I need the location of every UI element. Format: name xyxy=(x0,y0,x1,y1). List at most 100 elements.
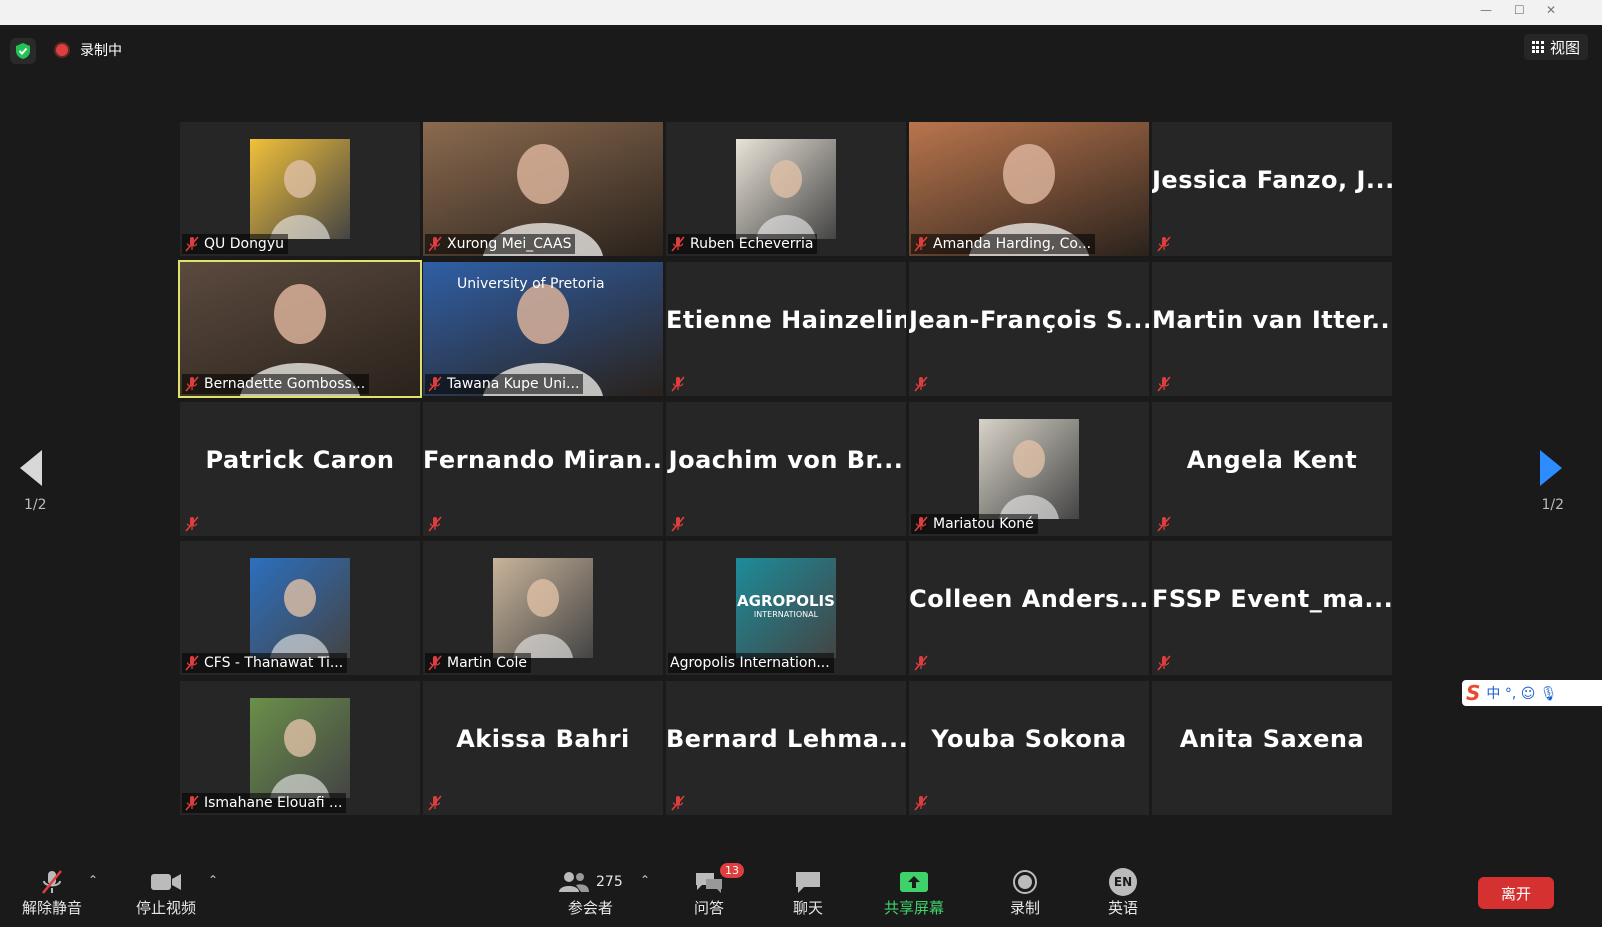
participant-name: CFS - Thanawat Ti... xyxy=(204,655,344,671)
recording-label: 录制中 xyxy=(80,43,122,59)
participant-tile[interactable]: Bernadette Gomboss... xyxy=(178,260,422,398)
participant-name-display: Etienne Hainzelin xyxy=(666,306,906,334)
participant-tile[interactable]: CFS - Thanawat Ti... xyxy=(180,541,420,675)
shield-icon[interactable] xyxy=(10,38,36,64)
participant-avatar xyxy=(250,698,350,798)
microphone-muted-icon xyxy=(184,655,200,671)
participant-name: Xurong Mei_CAAS xyxy=(447,236,572,252)
record-button[interactable]: 录制 xyxy=(1010,867,1040,918)
participants-count: 275 xyxy=(596,874,623,890)
close-button[interactable]: ✕ xyxy=(1546,3,1556,17)
participant-label: Mariatou Koné xyxy=(911,514,1038,534)
participant-label xyxy=(668,374,690,394)
microphone-muted-icon xyxy=(427,236,443,252)
participant-label: Ruben Echeverria xyxy=(668,234,818,254)
participants-icon xyxy=(559,872,589,892)
participant-name-display: Joachim von Br... xyxy=(668,446,904,474)
participant-tile[interactable]: Amanda Harding, Co... xyxy=(909,122,1149,256)
participant-tile[interactable]: Anita Saxena xyxy=(1152,681,1392,815)
previous-page-arrow-icon[interactable] xyxy=(20,450,42,486)
participant-tile[interactable]: AGROPOLIS INTERNATIONAL Agropolis Internat… xyxy=(666,541,906,675)
microphone-muted-icon xyxy=(427,376,443,392)
participant-tile[interactable]: Martin Cole xyxy=(423,541,663,675)
participant-name: Ruben Echeverria xyxy=(690,236,814,252)
ime-toolbar[interactable]: S 中 °, ☺ 🎙 xyxy=(1462,680,1602,706)
participant-name-display: Youba Sokona xyxy=(931,725,1127,753)
microphone-muted-icon xyxy=(1156,376,1172,392)
unmute-button[interactable]: 解除静音 xyxy=(22,867,82,918)
next-page-arrow-icon[interactable] xyxy=(1540,450,1562,486)
stop-video-label: 停止视频 xyxy=(136,899,197,917)
participant-tile[interactable]: Jessica Fanzo, J... xyxy=(1152,122,1392,256)
maximize-button[interactable]: ☐ xyxy=(1514,3,1525,17)
participant-tile[interactable]: Fernando Miran... xyxy=(423,402,663,536)
participant-name: QU Dongyu xyxy=(204,236,284,252)
participant-tile[interactable]: Xurong Mei_CAAS xyxy=(423,122,663,256)
participant-tile[interactable]: Angela Kent xyxy=(1152,402,1392,536)
participant-tile[interactable]: Youba Sokona xyxy=(909,681,1149,815)
microphone-muted-icon xyxy=(670,516,686,532)
minimize-button[interactable]: — xyxy=(1480,3,1492,17)
microphone-muted-icon xyxy=(184,516,200,532)
audio-options-chevron-icon[interactable]: ⌃ xyxy=(88,873,98,887)
participant-label xyxy=(1154,514,1176,534)
participant-tile[interactable]: Mariatou Koné xyxy=(909,402,1149,536)
participant-tile[interactable]: FSSP Event_ma... xyxy=(1152,541,1392,675)
microphone-muted-icon xyxy=(427,655,443,671)
participant-tile[interactable]: Joachim von Br... xyxy=(666,402,906,536)
microphone-muted-icon xyxy=(38,867,66,897)
participant-tile[interactable]: QU Dongyu xyxy=(180,122,420,256)
language-globe-icon: EN xyxy=(1109,868,1137,896)
meeting-toolbar: 解除静音 ⌃ 停止视频 ⌃ 275 参会者 ⌃ 13 问答 聊天 共享屏幕 录制… xyxy=(0,847,1602,927)
participant-name-display: Martin van Itter... xyxy=(1152,306,1392,334)
video-options-chevron-icon[interactable]: ⌃ xyxy=(208,873,218,887)
participant-tile[interactable]: Bernard Lehma... xyxy=(666,681,906,815)
participant-name-display: Fernando Miran... xyxy=(423,446,663,474)
participants-options-chevron-icon[interactable]: ⌃ xyxy=(640,873,650,887)
share-screen-label: 共享屏幕 xyxy=(884,899,945,917)
participant-name-display: Anita Saxena xyxy=(1179,725,1365,753)
participant-label: Agropolis Internation... xyxy=(668,653,834,673)
page-indicator-left: 1/2 xyxy=(24,497,47,513)
participant-tile[interactable]: Patrick Caron xyxy=(180,402,420,536)
view-button[interactable]: 视图 xyxy=(1523,34,1588,60)
share-screen-icon xyxy=(899,867,929,897)
participant-tile[interactable]: Ruben Echeverria xyxy=(666,122,906,256)
qa-badge: 13 xyxy=(720,863,744,878)
participant-label xyxy=(1154,653,1176,673)
stop-video-button[interactable]: 停止视频 xyxy=(136,867,196,918)
language-button[interactable]: EN 英语 xyxy=(1108,867,1138,918)
participant-label xyxy=(911,793,933,813)
view-label: 视图 xyxy=(1549,38,1580,57)
participant-tile[interactable]: Martin van Itter... xyxy=(1152,262,1392,396)
video-camera-icon xyxy=(150,867,182,897)
participant-tile[interactable]: Ismahane Elouafi ... xyxy=(180,681,420,815)
participant-name-display: Akissa Bahri xyxy=(456,725,630,753)
participant-label: Amanda Harding, Co... xyxy=(911,234,1096,254)
qa-button[interactable]: 13 问答 xyxy=(694,863,744,918)
ime-logo-icon: S xyxy=(1466,681,1481,705)
chat-button[interactable]: 聊天 xyxy=(793,867,823,918)
leave-button[interactable]: 离开 xyxy=(1478,877,1554,909)
language-code: EN xyxy=(1113,875,1133,889)
participant-tile[interactable]: Akissa Bahri xyxy=(423,681,663,815)
microphone-muted-icon xyxy=(1156,236,1172,252)
language-label: 英语 xyxy=(1108,899,1139,917)
participant-avatar xyxy=(250,558,350,658)
participant-label: CFS - Thanawat Ti... xyxy=(182,653,348,673)
participant-label: Xurong Mei_CAAS xyxy=(425,234,576,254)
share-screen-button[interactable]: 共享屏幕 xyxy=(884,867,944,918)
microphone-muted-icon xyxy=(913,376,929,392)
microphone-muted-icon xyxy=(1156,516,1172,532)
participant-name: Mariatou Koné xyxy=(933,516,1034,532)
participant-name-display: FSSP Event_ma... xyxy=(1152,585,1392,613)
participant-label xyxy=(668,793,690,813)
participant-label xyxy=(425,514,447,534)
participant-tile[interactable]: University of Pretoria Tawana Kupe Uni... xyxy=(423,262,663,396)
participants-button[interactable]: 275 参会者 xyxy=(558,867,623,918)
participant-tile[interactable]: Colleen Anders... xyxy=(909,541,1149,675)
participant-tile[interactable]: Jean-François S... xyxy=(909,262,1149,396)
agropolis-logo-sub: INTERNATIONAL xyxy=(753,610,819,619)
microphone-muted-icon xyxy=(184,795,200,811)
participant-tile[interactable]: Etienne Hainzelin xyxy=(666,262,906,396)
